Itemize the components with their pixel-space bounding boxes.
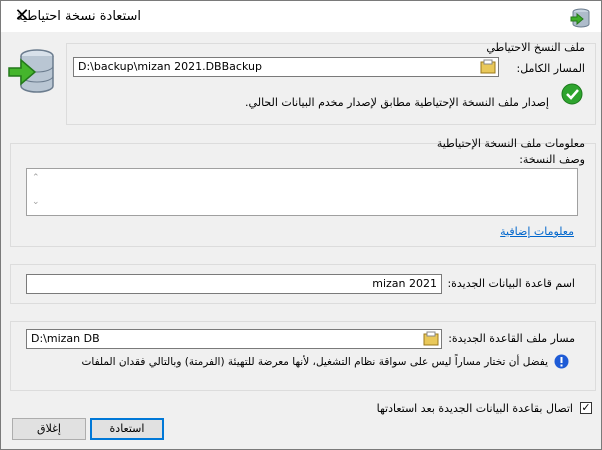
restore-backup-dialog: استعادة نسخة احتياطية ✕ ملف النسخ الاحتي… [0, 0, 602, 450]
window-title: استعادة نسخة احتياطية [16, 9, 141, 24]
browse-folder-icon[interactable] [422, 330, 440, 348]
database-restore-icon [5, 46, 57, 98]
title-bar: استعادة نسخة احتياطية ✕ [1, 1, 601, 32]
connect-after-restore-label: اتصال بقاعدة البيانات الجديدة بعد استعاد… [376, 402, 573, 415]
close-button[interactable]: إغلاق [12, 418, 86, 440]
backup-info-group-label: معلومات ملف النسخة الإحتياطية [436, 137, 585, 150]
description-label: وصف النسخة: [519, 153, 585, 166]
scroll-down-icon[interactable]: ⌄ [32, 197, 40, 207]
version-status-text: إصدار ملف النسخة الإحتياطية مطابق لإصدار… [245, 96, 549, 109]
connect-after-restore-checkbox[interactable]: ✓ [580, 402, 592, 414]
database-icon [569, 7, 591, 29]
scroll-up-icon[interactable]: ⌃ [32, 173, 40, 183]
full-path-label: المسار الكامل: [516, 62, 585, 75]
browse-folder-icon[interactable] [479, 58, 497, 76]
close-icon[interactable]: ✕ [11, 7, 33, 27]
backup-file-group [66, 43, 596, 125]
new-db-name-label: اسم قاعدة البيانات الجديدة: [447, 277, 575, 290]
new-db-path-input[interactable]: D:\mizan DB [26, 329, 442, 349]
backup-file-group-label: ملف النسخ الاحتياطي [486, 41, 585, 54]
backup-path-input[interactable]: D:\backup\mizan 2021.DBBackup [73, 57, 499, 77]
info-warning-icon [554, 354, 569, 369]
check-ok-icon [561, 83, 583, 105]
description-textarea[interactable]: ⌃ ⌄ [26, 168, 578, 216]
path-warning-text: يفضل أن تختار مساراً ليس على سواقة نظام … [81, 356, 548, 368]
more-info-link[interactable]: معلومات إضافية [500, 225, 574, 238]
new-db-path-label: مسار ملف القاعدة الجديدة: [448, 332, 575, 345]
new-db-name-input[interactable]: mizan 2021 [26, 274, 442, 294]
restore-button[interactable]: استعادة [90, 418, 164, 440]
